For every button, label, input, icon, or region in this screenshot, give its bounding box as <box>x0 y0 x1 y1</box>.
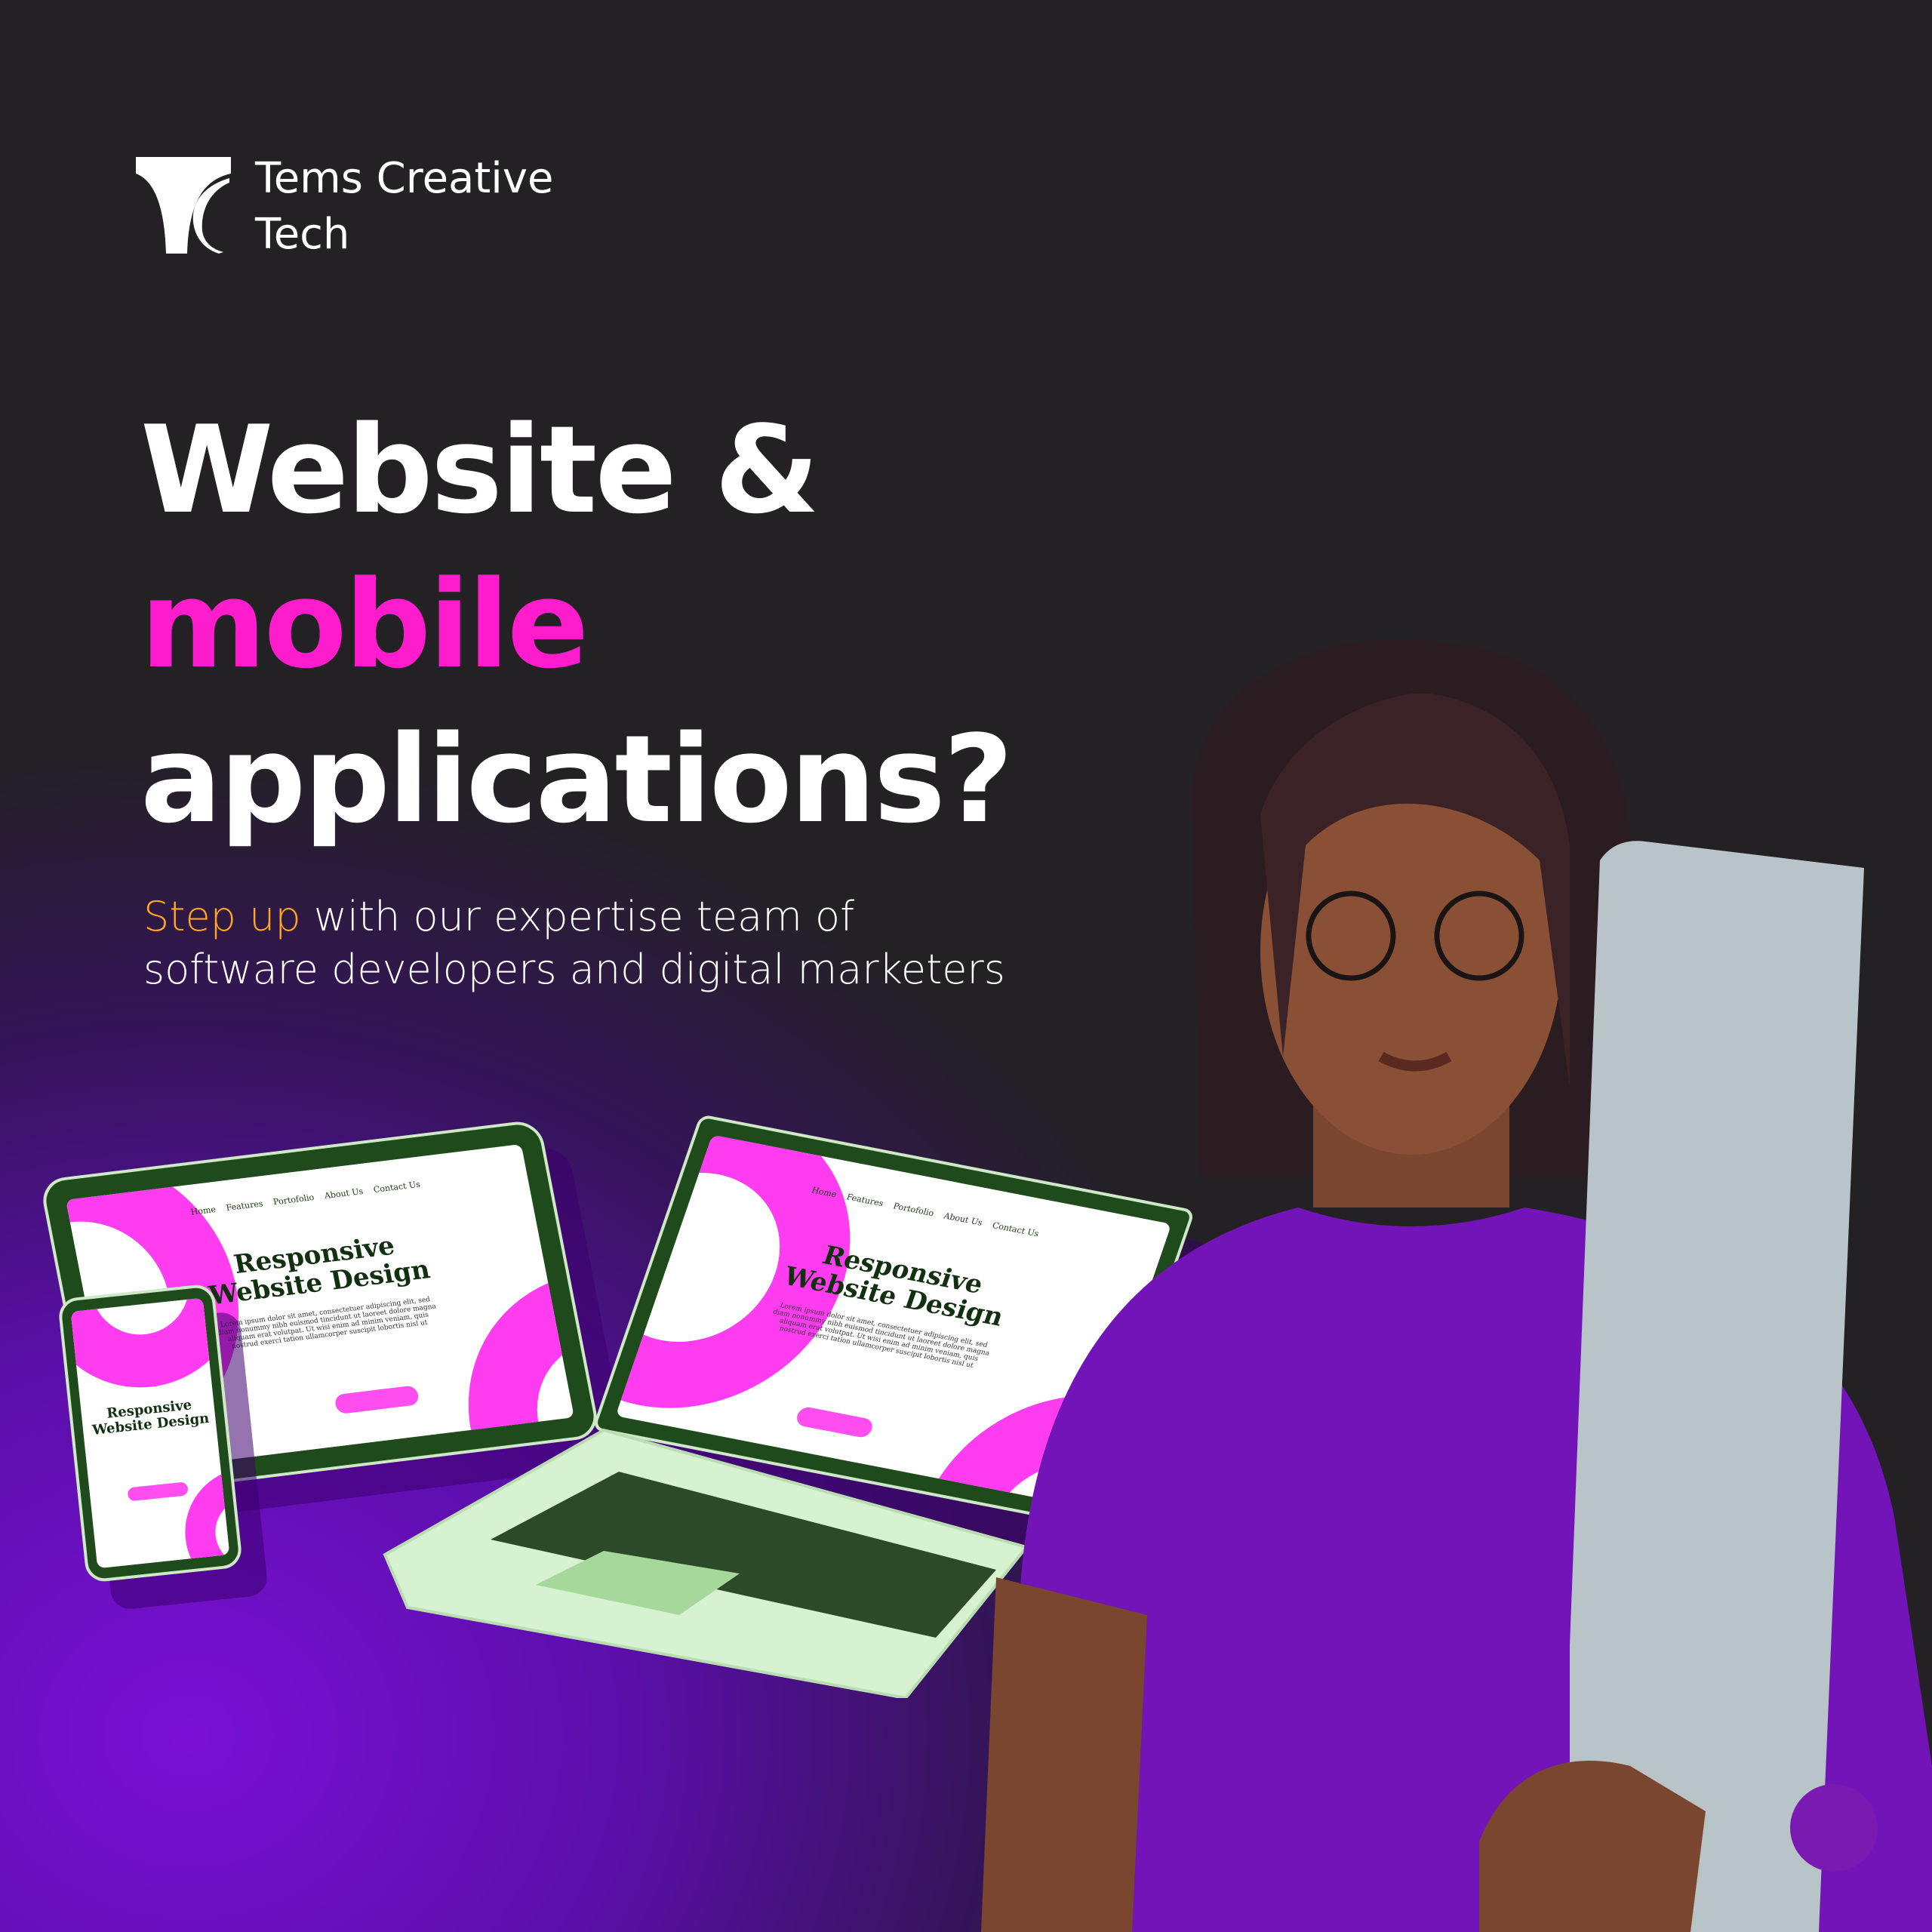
nav-portfolio: Portofolio <box>272 1192 315 1208</box>
nav-home: Home <box>189 1204 217 1217</box>
brand-line1: Tems Creative <box>255 154 554 203</box>
brand-line2: Tech <box>255 210 350 259</box>
tablet-nav: Home Features Portofolio About Us Contac… <box>190 1180 421 1217</box>
subtitle-line2: software developers and digital marketer… <box>143 946 1005 993</box>
headline: Website & mobile applications? <box>140 392 1014 857</box>
subtitle: Step up with our expertise team of softw… <box>143 891 1005 996</box>
tablet-cta <box>334 1385 420 1415</box>
nav-about: About Us <box>323 1186 365 1201</box>
nav-features: Features <box>844 1192 885 1209</box>
phone-cta <box>127 1481 189 1502</box>
tems-logo-icon <box>136 157 231 254</box>
headline-line2: mobile <box>140 554 589 695</box>
nav-contact: Contact Us <box>372 1179 421 1195</box>
headline-line3: applications? <box>140 709 1014 850</box>
nav-portfolio: Portofolio <box>891 1201 936 1219</box>
headline-line1: Website & <box>140 399 820 540</box>
phone-title: Responsive Website Design <box>88 1396 211 1438</box>
decorative-purple-dot <box>1790 1784 1878 1872</box>
brand-name: Tems Creative Tech <box>255 151 553 263</box>
phone-mockup: Responsive Website Design <box>57 1283 244 1583</box>
woman-photo <box>981 638 1932 1932</box>
subtitle-line1: with our expertise team of <box>300 893 855 940</box>
subtitle-accent: Step up <box>143 893 301 940</box>
nav-features: Features <box>225 1198 264 1214</box>
